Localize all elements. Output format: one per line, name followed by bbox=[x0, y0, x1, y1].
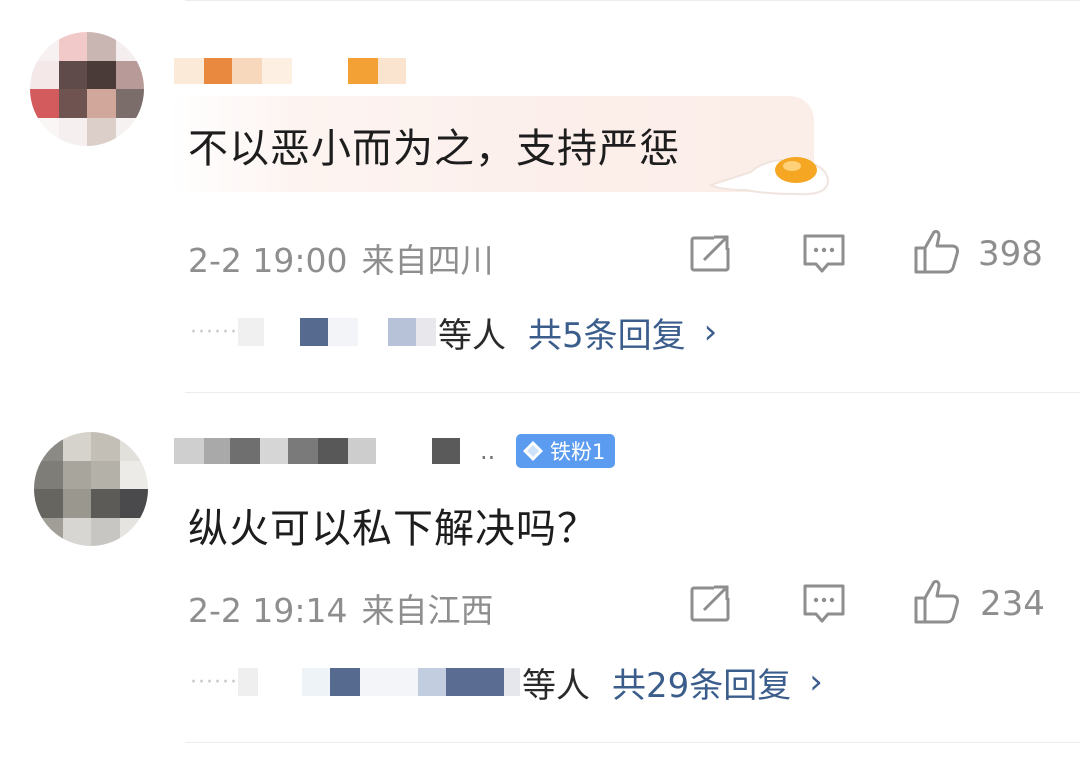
blurred-avatar bbox=[387, 318, 416, 346]
thumbs-up-icon[interactable] bbox=[913, 228, 961, 274]
comment-location: 来自四川 bbox=[361, 241, 494, 280]
blurred-avatar bbox=[237, 318, 264, 346]
comment-list: 不以恶小而为之，支持严惩 2-2 19:00 来自四川 398 ······ 等… bbox=[0, 0, 1080, 761]
thumbs-up-icon[interactable] bbox=[913, 578, 961, 624]
comment-divider bbox=[185, 392, 1080, 393]
blurred-avatar bbox=[503, 668, 520, 696]
share-icon[interactable] bbox=[690, 584, 732, 622]
username[interactable]: .. bbox=[174, 437, 495, 465]
comment-text: 纵火可以私下解决吗？ bbox=[188, 506, 598, 552]
avatar[interactable] bbox=[34, 432, 148, 546]
comment-location: 来自江西 bbox=[361, 591, 494, 630]
blurred-avatar bbox=[263, 318, 300, 346]
share-icon[interactable] bbox=[690, 234, 732, 272]
fan-badge[interactable]: 铁粉1 bbox=[516, 434, 616, 468]
blurred-avatar bbox=[299, 318, 328, 346]
reply-users-suffix: 等人 bbox=[521, 665, 590, 706]
comment-text: 不以恶小而为之，支持严惩 bbox=[188, 126, 680, 172]
blurred-avatar bbox=[237, 668, 258, 696]
top-divider bbox=[185, 0, 1080, 1]
comment-meta: 2-2 19:14 来自江西 bbox=[188, 584, 494, 632]
blurred-avatar bbox=[417, 668, 446, 696]
comment-icon[interactable] bbox=[803, 234, 845, 274]
blurred-avatar bbox=[329, 668, 360, 696]
blurred-avatar bbox=[257, 668, 302, 696]
blurred-avatar bbox=[359, 668, 418, 696]
avatar[interactable] bbox=[30, 32, 144, 146]
like-count: 234 bbox=[980, 584, 1045, 624]
comment-date: 2-2 19:14 bbox=[188, 591, 348, 630]
username[interactable] bbox=[174, 57, 406, 85]
comment-date: 2-2 19:00 bbox=[188, 241, 348, 280]
reply-total-link[interactable]: 共5条回复 bbox=[528, 308, 686, 357]
reply-summary[interactable]: ······ 等人 共29条回复 › bbox=[190, 661, 823, 706]
diamond-icon bbox=[523, 441, 543, 461]
blurred-avatar bbox=[445, 668, 504, 696]
badge-label: 铁粉1 bbox=[550, 440, 606, 464]
fried-egg-icon bbox=[708, 157, 830, 196]
bottom-divider bbox=[185, 742, 1080, 743]
blurred-avatar bbox=[357, 318, 388, 346]
like-count: 398 bbox=[978, 234, 1043, 274]
ellipsis: ······ bbox=[190, 669, 238, 695]
ellipsis: ······ bbox=[190, 319, 238, 345]
blurred-avatar bbox=[415, 318, 436, 346]
reply-summary[interactable]: ······ 等人 共5条回复 › bbox=[190, 311, 718, 356]
reply-users-suffix: 等人 bbox=[437, 315, 506, 356]
blurred-avatar bbox=[301, 668, 330, 696]
reply-total-link[interactable]: 共29条回复 bbox=[612, 658, 791, 707]
comment-icon[interactable] bbox=[803, 584, 845, 624]
chevron-right-icon[interactable]: › bbox=[704, 312, 718, 352]
blurred-avatar bbox=[327, 318, 358, 346]
chevron-right-icon[interactable]: › bbox=[809, 662, 823, 702]
comment-meta: 2-2 19:00 来自四川 bbox=[188, 234, 494, 282]
